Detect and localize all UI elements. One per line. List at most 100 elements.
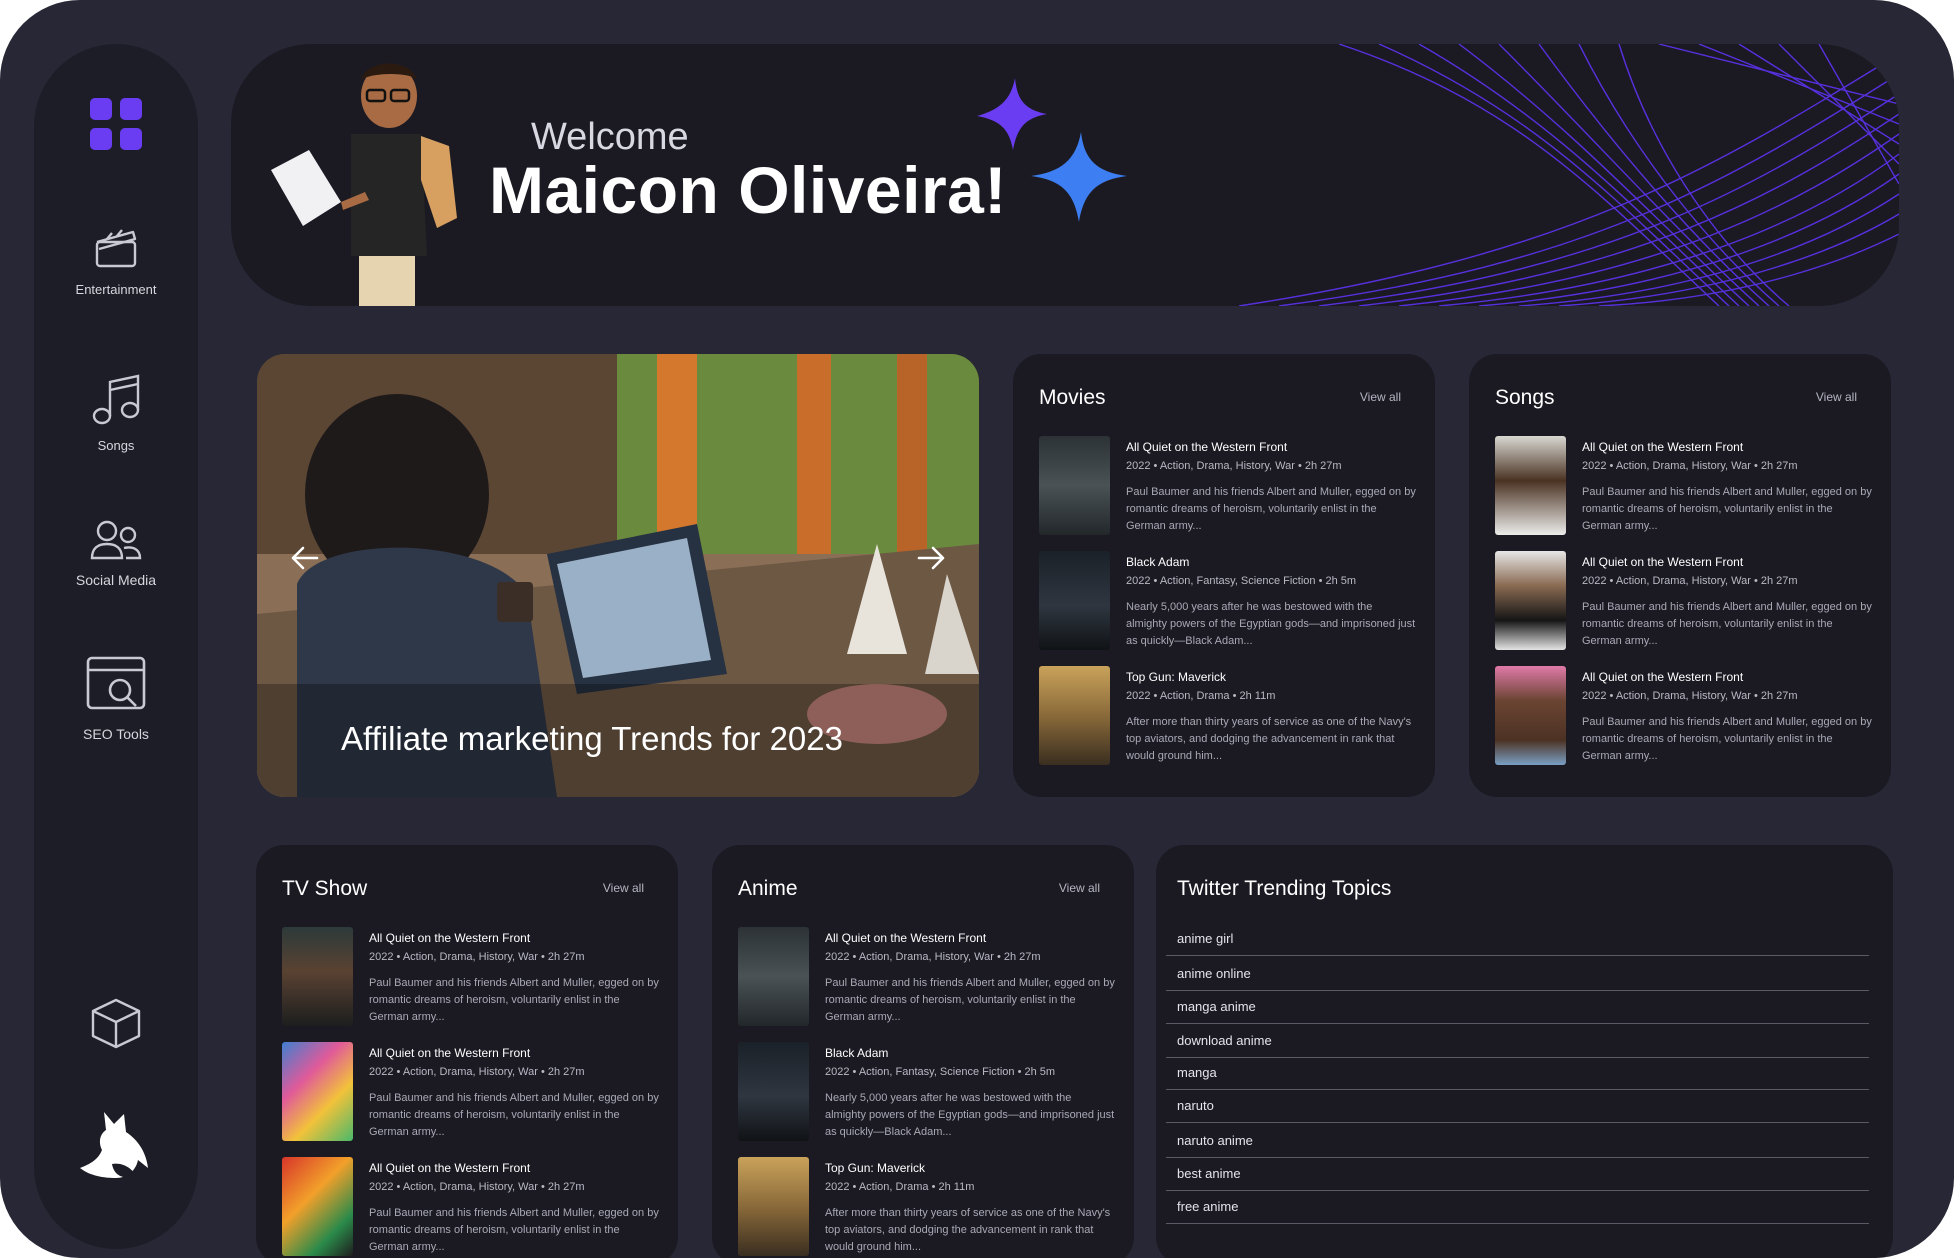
list-item[interactable]: All Quiet on the Western Front 2022 • Ac…	[282, 1042, 672, 1142]
item-title: All Quiet on the Western Front	[369, 1046, 531, 1060]
movie-poster	[1039, 436, 1110, 535]
item-meta: 2022 • Action, Drama, History, War • 2h …	[369, 1066, 585, 1078]
item-description: Paul Baumer and his friends Albert and M…	[1126, 486, 1416, 532]
list-item[interactable]: All Quiet on the Western Front 2022 • Ac…	[738, 927, 1128, 1027]
item-description: After more than thirty years of service …	[1126, 716, 1412, 762]
list-item[interactable]: All Quiet on the Western Front 2022 • Ac…	[282, 1157, 672, 1257]
artist-photo	[1495, 551, 1566, 650]
list-item[interactable]: Black Adam 2022 • Action, Fantasy, Scien…	[738, 1042, 1128, 1142]
show-poster	[282, 1042, 353, 1141]
trending-topic[interactable]: anime girl	[1166, 923, 1869, 956]
movies-card: Movies View all All Quiet on the Western…	[1013, 354, 1435, 797]
fox-logo	[34, 1106, 198, 1186]
item-description: Paul Baumer and his friends Albert and M…	[1582, 601, 1872, 647]
tv-show-title: TV Show	[282, 877, 368, 900]
item-meta: 2022 • Action, Drama, History, War • 2h …	[1582, 690, 1798, 702]
anime-title: Anime	[738, 877, 798, 900]
item-title: Black Adam	[825, 1046, 889, 1060]
twitter-trending-card: Twitter Trending Topics anime girl anime…	[1156, 845, 1893, 1258]
item-title: All Quiet on the Western Front	[1126, 440, 1288, 454]
item-meta: 2022 • Action, Drama • 2h 11m	[825, 1181, 975, 1193]
movies-title: Movies	[1039, 386, 1106, 409]
item-description: Nearly 5,000 years after he was bestowed…	[825, 1092, 1115, 1138]
songs-title: Songs	[1495, 386, 1555, 409]
music-note-icon	[92, 374, 140, 425]
list-item[interactable]: All Quiet on the Western Front 2022 • Ac…	[1495, 666, 1885, 766]
item-meta: 2022 • Action, Drama • 2h 11m	[1126, 690, 1276, 702]
arrow-left-icon	[291, 546, 319, 570]
list-item[interactable]: All Quiet on the Western Front 2022 • Ac…	[1495, 436, 1885, 536]
list-item[interactable]: All Quiet on the Western Front 2022 • Ac…	[1039, 436, 1429, 536]
item-title: All Quiet on the Western Front	[1582, 440, 1744, 454]
trending-topic[interactable]: best anime	[1166, 1158, 1869, 1191]
item-title: Black Adam	[1126, 555, 1190, 569]
twitter-trending-title: Twitter Trending Topics	[1177, 877, 1392, 900]
item-description: Paul Baumer and his friends Albert and M…	[369, 977, 659, 1023]
sidebar-item-entertainment[interactable]: Entertainment	[34, 224, 198, 297]
item-description: Paul Baumer and his friends Albert and M…	[1582, 486, 1872, 532]
item-title: All Quiet on the Western Front	[1582, 555, 1744, 569]
item-description: After more than thirty years of service …	[825, 1207, 1111, 1253]
item-description: Paul Baumer and his friends Albert and M…	[1582, 716, 1872, 762]
item-meta: 2022 • Action, Drama, History, War • 2h …	[1582, 575, 1798, 587]
arrow-right-icon	[917, 546, 945, 570]
trending-topic[interactable]: download anime	[1166, 1025, 1869, 1058]
list-item[interactable]: Top Gun: Maverick 2022 • Action, Drama •…	[738, 1157, 1128, 1257]
user-name: Maicon Oliveira!	[489, 153, 1007, 227]
item-title: Top Gun: Maverick	[825, 1161, 926, 1175]
songs-card: Songs View all All Quiet on the Western …	[1469, 354, 1891, 797]
artist-photo	[1495, 436, 1566, 535]
featured-article-title[interactable]: Affiliate marketing Trends for 2023	[341, 720, 843, 758]
item-title: All Quiet on the Western Front	[369, 931, 531, 945]
item-description: Paul Baumer and his friends Albert and M…	[369, 1092, 659, 1138]
songs-view-all-link[interactable]: View all	[1816, 390, 1857, 404]
featured-article-carousel[interactable]: Affiliate marketing Trends for 2023	[257, 354, 979, 797]
sidebar-item-seo-tools[interactable]: SEO Tools	[34, 654, 198, 742]
sidebar-item-social-media[interactable]: Social Media	[34, 520, 198, 588]
artist-photo	[1495, 666, 1566, 765]
previous-slide-button[interactable]	[285, 538, 325, 578]
trending-topic[interactable]: manga	[1166, 1057, 1869, 1090]
item-meta: 2022 • Action, Fantasy, Science Fiction …	[825, 1066, 1056, 1078]
item-description: Paul Baumer and his friends Albert and M…	[369, 1207, 659, 1253]
anime-poster	[738, 1157, 809, 1256]
anime-poster	[738, 927, 809, 1026]
sparkle-icon	[977, 78, 1127, 222]
item-meta: 2022 • Action, Drama, History, War • 2h …	[1582, 460, 1798, 472]
cube-icon	[91, 998, 141, 1049]
app-frame: Entertainment Songs Social Media SEO Too…	[0, 0, 1954, 1258]
list-item[interactable]: Black Adam 2022 • Action, Fantasy, Scien…	[1039, 551, 1429, 651]
sidebar: Entertainment Songs Social Media SEO Too…	[34, 44, 198, 1249]
tv-show-view-all-link[interactable]: View all	[603, 881, 644, 895]
sidebar-item-label: Entertainment	[75, 282, 157, 297]
trending-topic[interactable]: naruto	[1166, 1090, 1869, 1123]
welcome-banner: Welcome Maicon Oliveira!	[231, 44, 1899, 306]
list-item[interactable]: All Quiet on the Western Front 2022 • Ac…	[1495, 551, 1885, 651]
sidebar-item-songs[interactable]: Songs	[34, 372, 198, 453]
anime-view-all-link[interactable]: View all	[1059, 881, 1100, 895]
item-description: Nearly 5,000 years after he was bestowed…	[1126, 601, 1416, 647]
show-poster	[282, 927, 353, 1026]
trending-topic[interactable]: naruto anime	[1166, 1125, 1869, 1158]
item-title: Top Gun: Maverick	[1126, 670, 1227, 684]
next-slide-button[interactable]	[911, 538, 951, 578]
trending-topic[interactable]: manga anime	[1166, 991, 1869, 1024]
movies-view-all-link[interactable]: View all	[1360, 390, 1401, 404]
seo-search-icon	[86, 656, 146, 710]
sidebar-item-label: Songs	[97, 438, 135, 453]
3d-cube-button[interactable]	[34, 996, 198, 1050]
fox-logo-icon	[80, 1112, 148, 1178]
item-title: All Quiet on the Western Front	[1582, 670, 1744, 684]
dashboard-button[interactable]	[34, 96, 198, 152]
item-title: All Quiet on the Western Front	[825, 931, 987, 945]
movie-poster	[1039, 551, 1110, 650]
list-item[interactable]: Top Gun: Maverick 2022 • Action, Drama •…	[1039, 666, 1429, 766]
trending-topic[interactable]: anime online	[1166, 958, 1869, 991]
sidebar-item-label: SEO Tools	[83, 726, 149, 742]
list-item[interactable]: All Quiet on the Western Front 2022 • Ac…	[282, 927, 672, 1027]
item-meta: 2022 • Action, Drama, History, War • 2h …	[825, 951, 1041, 963]
item-title: All Quiet on the Western Front	[369, 1161, 531, 1175]
trending-topic[interactable]: free anime	[1166, 1191, 1869, 1224]
item-meta: 2022 • Action, Drama, History, War • 2h …	[369, 1181, 585, 1193]
item-meta: 2022 • Action, Drama, History, War • 2h …	[1126, 460, 1342, 472]
